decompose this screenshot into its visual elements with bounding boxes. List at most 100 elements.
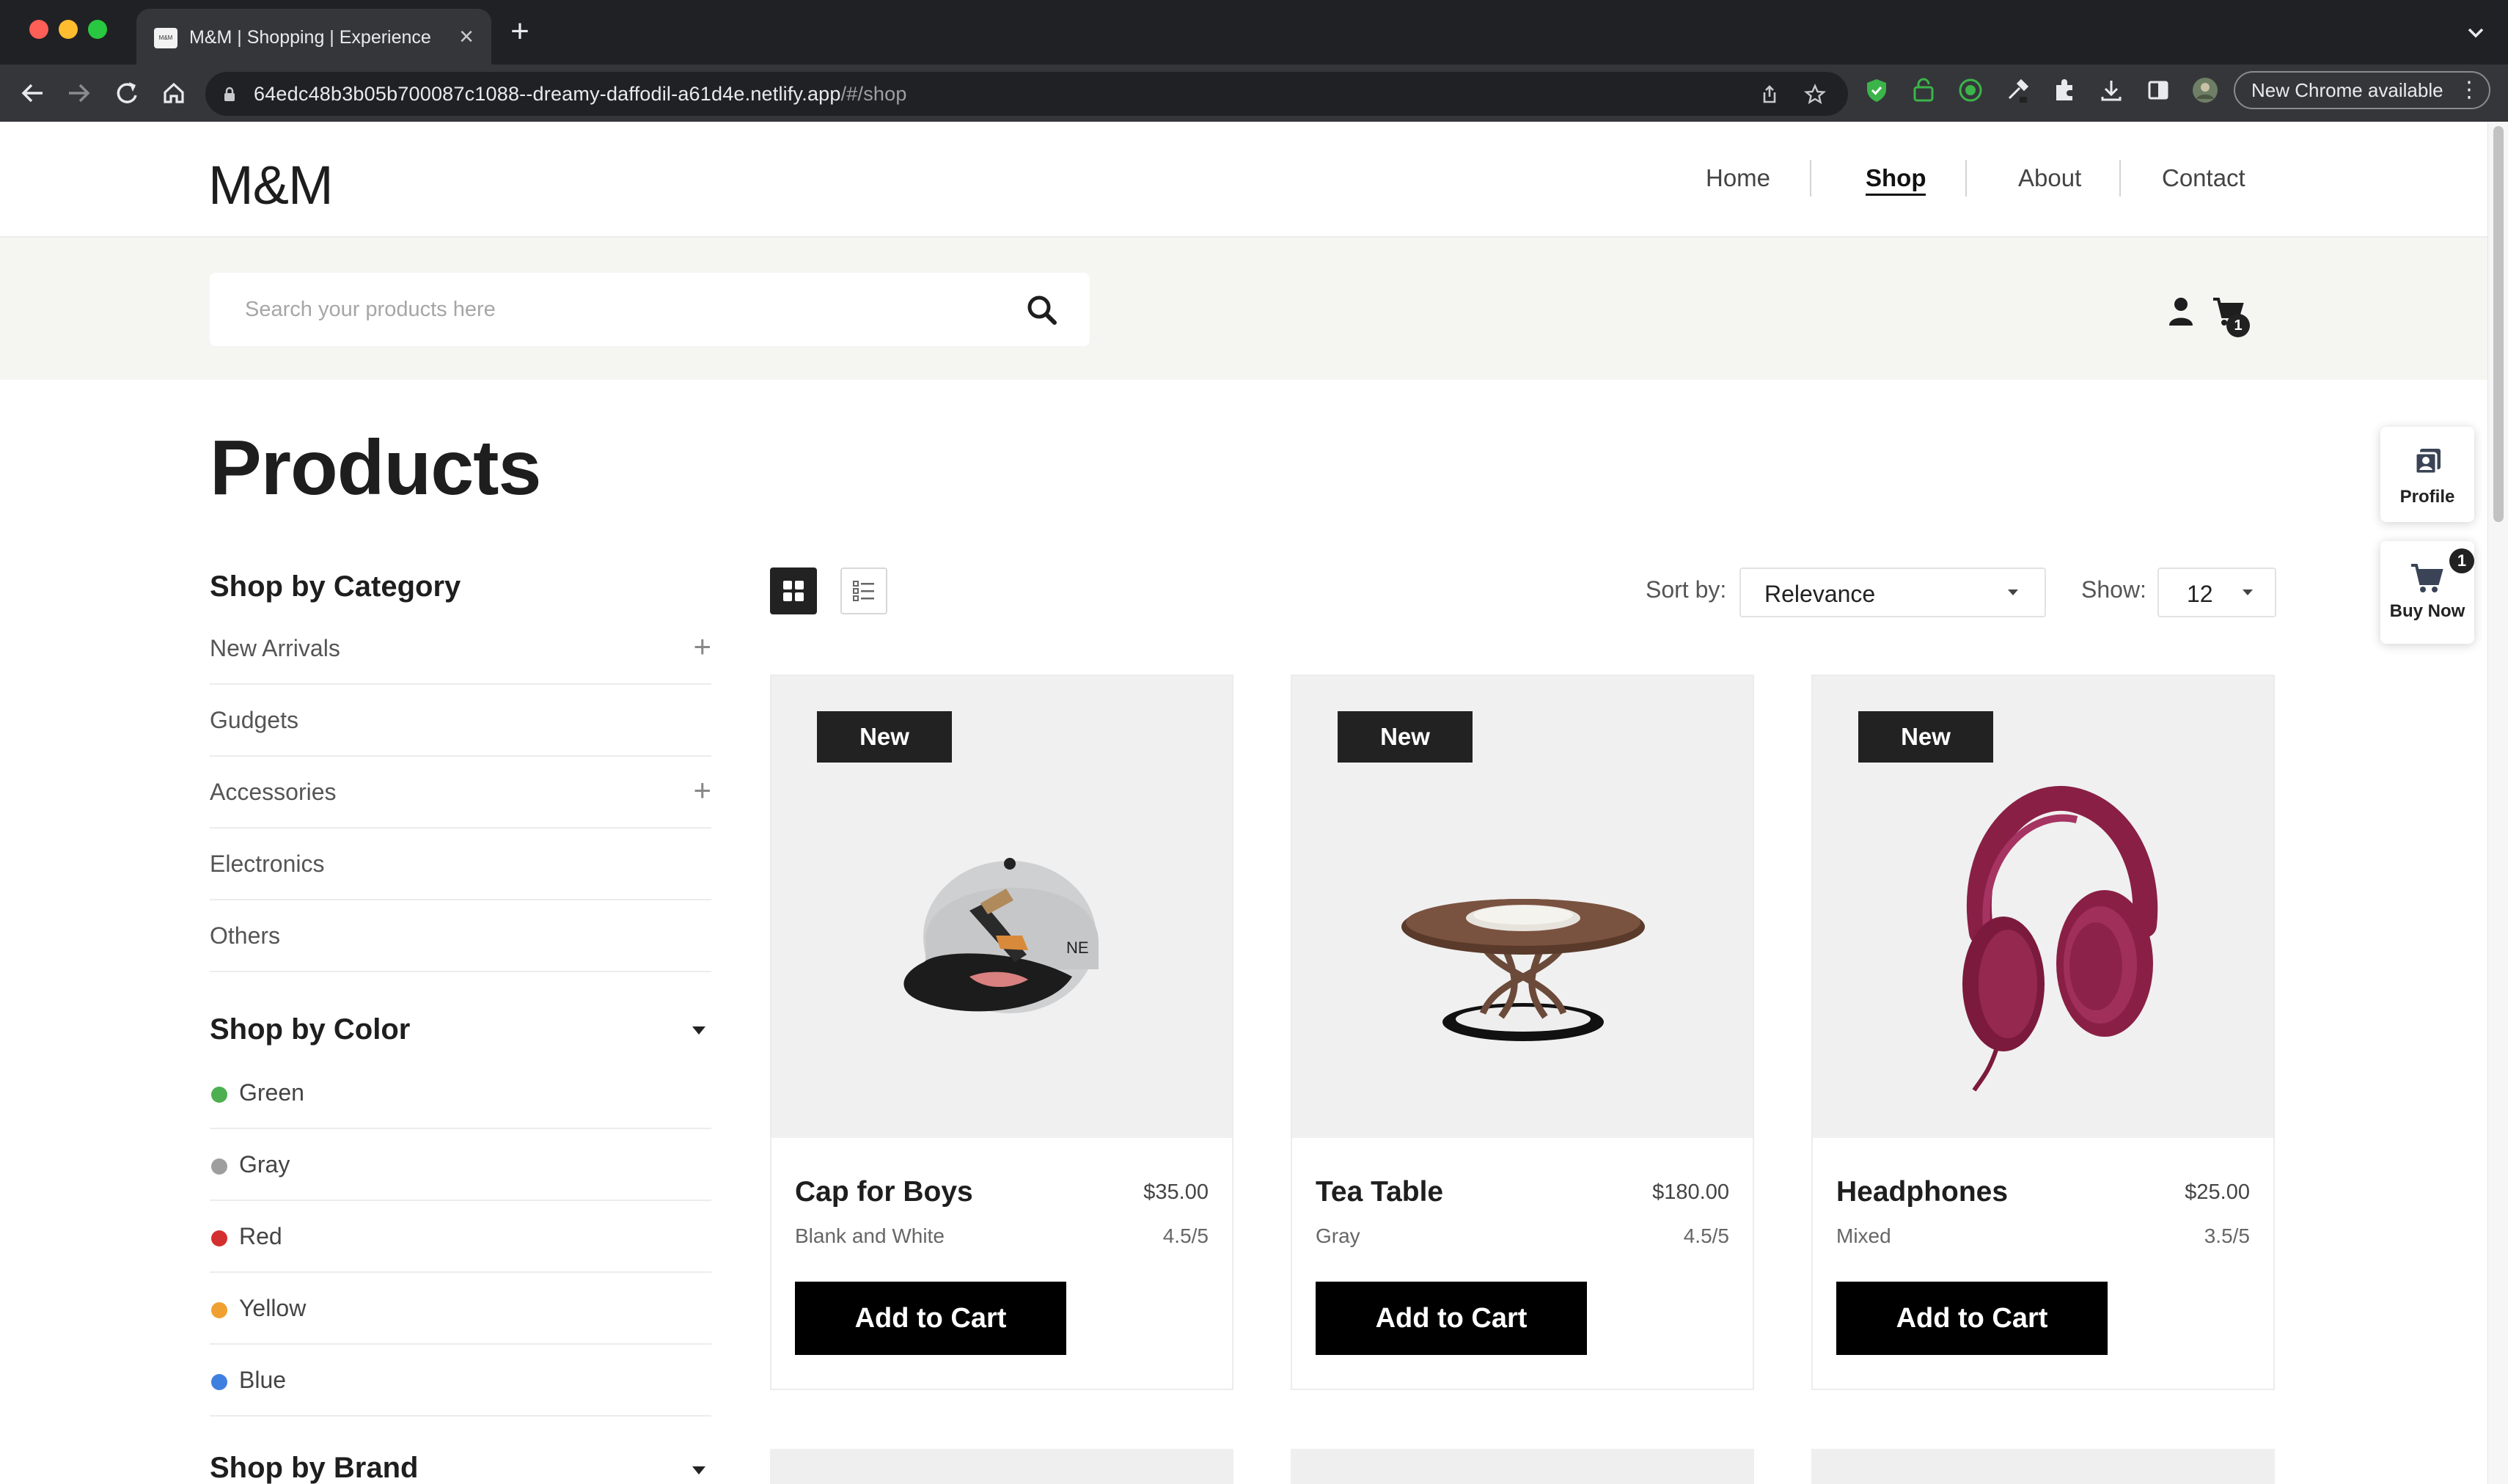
category-item-gudgets[interactable]: Gudgets	[210, 685, 711, 757]
product-image[interactable]: New	[1813, 676, 2273, 1138]
nav-about[interactable]: About	[2018, 164, 2081, 192]
grid-icon	[783, 581, 804, 601]
minimize-window-button[interactable]	[59, 20, 78, 39]
cart-icon	[2411, 564, 2443, 592]
product-card-partial[interactable]	[1811, 1449, 2275, 1484]
download-icon[interactable]	[2097, 76, 2125, 104]
tea-table-image	[1401, 899, 1645, 1041]
new-badge: New	[817, 711, 952, 763]
color-item-red[interactable]: Red	[210, 1201, 711, 1273]
back-arrow-icon[interactable]	[16, 76, 50, 110]
color-swatch	[211, 1087, 227, 1103]
product-card-cap[interactable]: New NE Cap for Boys $35.00 Blank and Whi…	[770, 675, 1233, 1390]
search-icon[interactable]	[1024, 292, 1060, 328]
show-select[interactable]: 12	[2157, 567, 2276, 617]
product-image[interactable]: New	[1292, 676, 1753, 1138]
nav-home[interactable]: Home	[1706, 164, 1770, 192]
list-icon	[853, 581, 874, 601]
site-logo[interactable]: M&M	[208, 154, 334, 216]
add-to-cart-button[interactable]: Add to Cart	[1836, 1282, 2108, 1355]
color-item-blue[interactable]: Blue	[210, 1345, 711, 1417]
chrome-update-button[interactable]: New Chrome available ⋮	[2234, 71, 2490, 109]
user-icon[interactable]	[2166, 296, 2196, 327]
expand-plus-icon[interactable]: +	[693, 629, 711, 664]
color-swatch	[211, 1230, 227, 1246]
puzzle-extensions-icon[interactable]	[2050, 76, 2078, 104]
product-rating: 3.5/5	[2204, 1224, 2250, 1247]
search-box	[210, 273, 1090, 346]
product-price: $180.00	[1652, 1180, 1729, 1204]
brand-heading[interactable]: Shop by Brand	[210, 1452, 418, 1484]
reload-icon[interactable]	[110, 76, 144, 110]
nav-divider	[2119, 160, 2121, 196]
add-to-cart-button[interactable]: Add to Cart	[1316, 1282, 1587, 1355]
product-name[interactable]: Tea Table	[1316, 1176, 1443, 1208]
add-to-cart-button[interactable]: Add to Cart	[795, 1282, 1066, 1355]
new-tab-button[interactable]: +	[503, 15, 537, 48]
sort-label: Sort by:	[1646, 576, 1727, 603]
grid-view-button[interactable]	[770, 567, 817, 614]
eyedropper-extension-icon[interactable]	[2003, 76, 2031, 104]
tab-close-icon[interactable]: ×	[452, 22, 481, 51]
side-panel-icon[interactable]	[2144, 76, 2172, 104]
product-name[interactable]: Headphones	[1836, 1176, 2008, 1208]
category-item-others[interactable]: Others	[210, 900, 711, 972]
target-extension-icon[interactable]	[1957, 76, 1984, 104]
color-item-green[interactable]: Green	[210, 1057, 711, 1129]
url-path: /#/shop	[840, 83, 907, 105]
profile-widget-button[interactable]: Profile	[2380, 427, 2474, 522]
search-input[interactable]	[245, 293, 978, 326]
product-color: Blank and White	[795, 1224, 945, 1247]
category-label: Gudgets	[210, 707, 298, 733]
nav-contact[interactable]: Contact	[2162, 164, 2245, 192]
product-card-partial[interactable]	[770, 1449, 1233, 1484]
category-label: Electronics	[210, 851, 325, 877]
nav-shop[interactable]: Shop	[1866, 164, 1926, 196]
profile-card-icon	[2414, 449, 2441, 475]
color-heading[interactable]: Shop by Color	[210, 1013, 410, 1046]
expand-plus-icon[interactable]: +	[693, 773, 711, 808]
svg-text:NE: NE	[1066, 938, 1089, 957]
product-price: $35.00	[1143, 1180, 1209, 1204]
address-bar[interactable]: 64edc48b3b05b700087c1088--dreamy-daffodi…	[205, 72, 1848, 116]
forward-arrow-icon[interactable]	[62, 76, 95, 110]
color-swatch	[211, 1374, 227, 1390]
list-view-button[interactable]	[840, 567, 887, 614]
chevron-down-icon	[2008, 589, 2018, 595]
category-item-electronics[interactable]: Electronics	[210, 829, 711, 900]
product-image[interactable]: New NE	[771, 676, 1232, 1138]
color-label: Green	[239, 1079, 304, 1106]
scrollbar-thumb[interactable]	[2493, 126, 2504, 522]
category-item-new-arrivals[interactable]: New Arrivals +	[210, 613, 711, 685]
update-label: New Chrome available	[2251, 79, 2443, 101]
buy-now-widget-label: Buy Now	[2389, 601, 2465, 621]
chevron-down-icon[interactable]	[692, 1026, 705, 1035]
category-item-accessories[interactable]: Accessories +	[210, 757, 711, 829]
product-card-headphones[interactable]: New Headphones $25.00 Mixed 3.5/5 Add to…	[1811, 675, 2275, 1390]
profile-avatar-icon[interactable]	[2191, 76, 2219, 104]
product-color: Mixed	[1836, 1224, 1891, 1247]
product-price: $25.00	[2185, 1180, 2250, 1204]
tab-search-chevron-icon[interactable]	[2463, 19, 2489, 45]
sort-select[interactable]: Relevance	[1739, 567, 2046, 617]
page-scrollbar[interactable]	[2487, 122, 2508, 1484]
browser-tab[interactable]: M&M M&M | Shopping | Experience ×	[136, 9, 491, 65]
close-window-button[interactable]	[29, 20, 48, 39]
color-label: Gray	[239, 1151, 290, 1178]
product-name[interactable]: Cap for Boys	[795, 1176, 973, 1208]
product-card-partial[interactable]	[1291, 1449, 1754, 1484]
color-item-yellow[interactable]: Yellow	[210, 1273, 711, 1345]
home-icon[interactable]	[157, 76, 191, 110]
buy-now-widget-button[interactable]: 1 Buy Now	[2380, 541, 2474, 644]
lock-extension-icon[interactable]	[1910, 76, 1937, 104]
color-item-gray[interactable]: Gray	[210, 1129, 711, 1201]
category-heading: Shop by Category	[210, 570, 461, 603]
maximize-window-button[interactable]	[88, 20, 107, 39]
product-card-tea-table[interactable]: New Tea Table $180.00 Gray 4.5/5 Add to …	[1291, 675, 1754, 1390]
product-color: Gray	[1316, 1224, 1360, 1247]
shield-extension-icon[interactable]	[1863, 76, 1891, 104]
more-vert-icon: ⋮	[2458, 78, 2480, 102]
chevron-down-icon[interactable]	[692, 1466, 705, 1474]
bookmark-star-icon[interactable]	[1803, 82, 1827, 107]
share-icon[interactable]	[1757, 82, 1782, 107]
